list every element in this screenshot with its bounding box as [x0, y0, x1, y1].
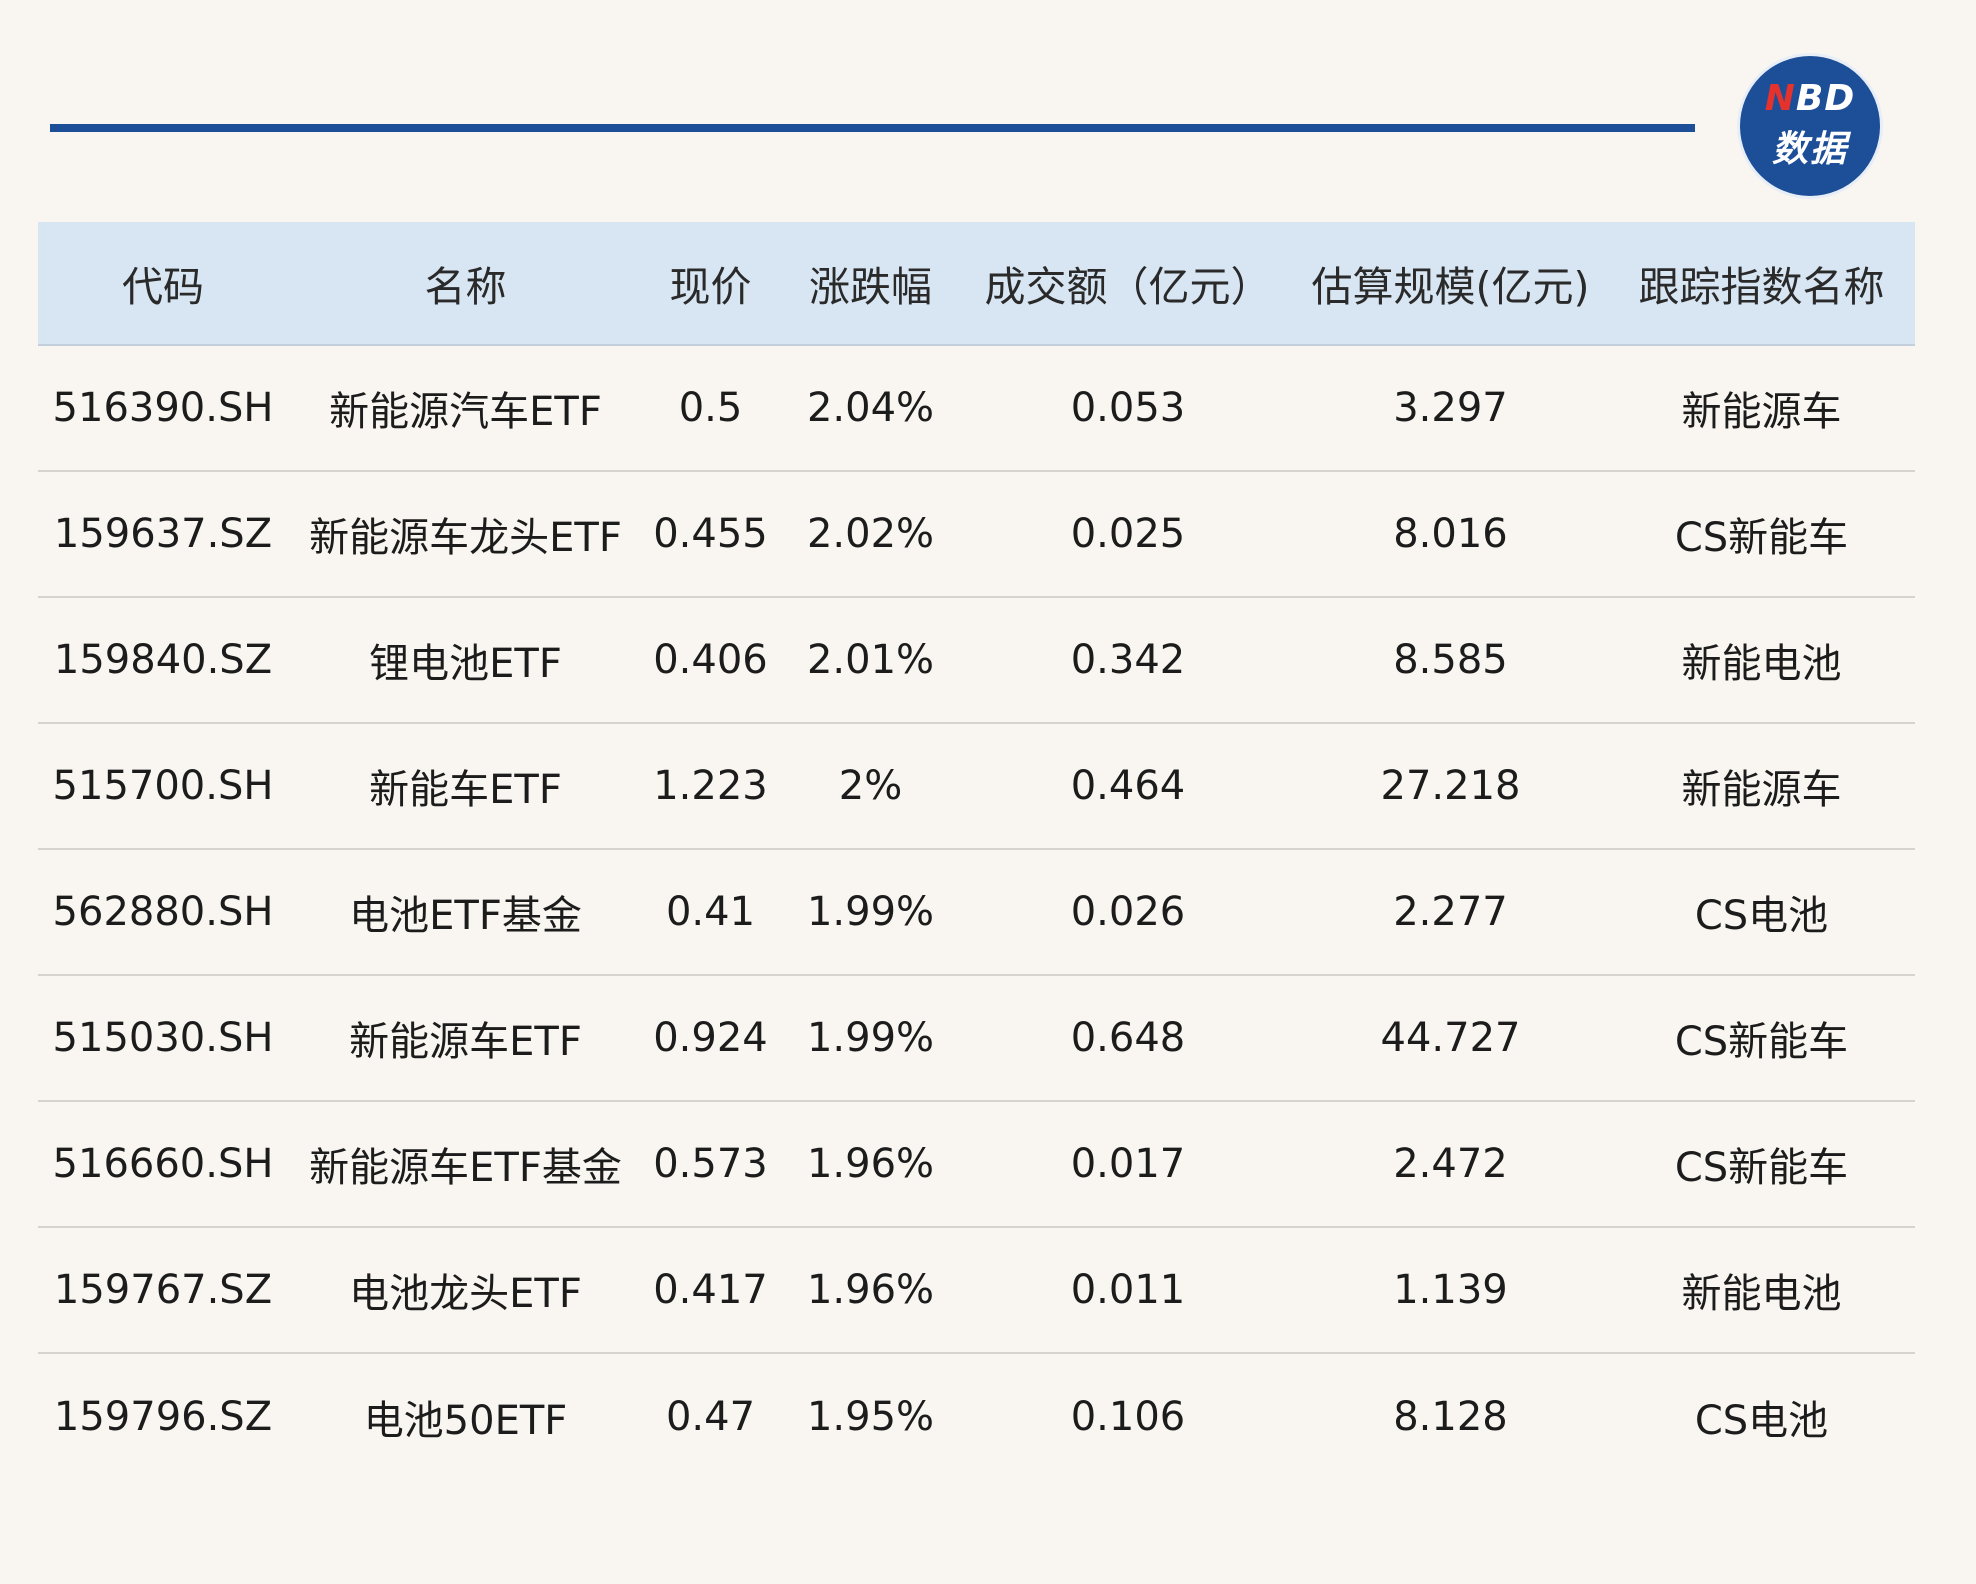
cell-name: 新能源车龙头ETF	[309, 515, 622, 561]
cell-turnover: 0.017	[1070, 1141, 1186, 1187]
cell-scale: 2.277	[1393, 889, 1508, 935]
cell-scale: 44.727	[1380, 1015, 1521, 1061]
cell-code: 562880.SH	[52, 889, 274, 935]
cell-code: 159840.SZ	[53, 637, 273, 683]
cell-change: 1.99%	[806, 889, 935, 935]
cell-change: 2.01%	[806, 637, 935, 683]
table-row: 562880.SH 电池ETF基金 0.41 1.99% 0.026 2.277…	[38, 850, 1915, 976]
header-turnover: 成交额（亿元）	[984, 263, 1272, 311]
cell-name: 锂电池ETF	[369, 641, 562, 687]
table-row: 516660.SH 新能源车ETF基金 0.573 1.96% 0.017 2.…	[38, 1102, 1915, 1228]
header-name: 名称	[424, 263, 507, 311]
header-code: 代码	[122, 263, 204, 311]
cell-index: CS电池	[1694, 1398, 1829, 1444]
cell-scale: 8.016	[1393, 511, 1508, 557]
cell-code: 515700.SH	[52, 763, 274, 809]
cell-name: 新能源车ETF基金	[309, 1145, 622, 1191]
cell-turnover: 0.464	[1070, 763, 1186, 809]
cell-index: 新能电池	[1681, 1271, 1842, 1317]
cell-code: 515030.SH	[52, 1015, 274, 1061]
cell-name: 电池ETF基金	[349, 893, 582, 939]
cell-index: 新能源车	[1681, 389, 1842, 435]
cell-name: 新能源车ETF	[349, 1019, 582, 1065]
cell-turnover: 0.011	[1070, 1267, 1186, 1313]
cell-index: CS电池	[1694, 893, 1829, 939]
cell-turnover: 0.053	[1070, 385, 1186, 431]
cell-scale: 1.139	[1393, 1267, 1508, 1313]
cell-change: 1.96%	[806, 1141, 935, 1187]
header-price: 现价	[669, 263, 752, 311]
header-index: 跟踪指数名称	[1638, 263, 1885, 311]
cell-turnover: 0.026	[1070, 889, 1186, 935]
table-row: 159796.SZ 电池50ETF 0.47 1.95% 0.106 8.128…	[38, 1354, 1915, 1480]
cell-name: 电池50ETF	[363, 1398, 568, 1444]
cell-change: 2.02%	[806, 511, 935, 557]
cell-code: 159767.SZ	[53, 1267, 273, 1313]
cell-code: 516390.SH	[52, 385, 274, 431]
cell-turnover: 0.648	[1070, 1015, 1186, 1061]
cell-scale: 8.128	[1393, 1394, 1508, 1440]
cell-name: 新能车ETF	[369, 767, 562, 813]
cell-name: 电池龙头ETF	[349, 1271, 582, 1317]
logo-brand: NBD	[1740, 78, 1880, 119]
logo-brand-rest: BD	[1795, 78, 1856, 119]
cell-scale: 3.297	[1393, 385, 1508, 431]
cell-price: 0.41	[665, 889, 756, 935]
cell-change: 2.04%	[806, 385, 935, 431]
cell-scale: 8.585	[1393, 637, 1508, 683]
table-row: 515700.SH 新能车ETF 1.223 2% 0.464 27.218 新…	[38, 724, 1915, 850]
top-divider	[50, 124, 1695, 132]
cell-index: 新能源车	[1681, 767, 1842, 813]
cell-price: 0.5	[678, 385, 743, 431]
cell-price: 0.573	[653, 1141, 768, 1187]
cell-price: 1.223	[653, 763, 768, 809]
table-row: 159637.SZ 新能源车龙头ETF 0.455 2.02% 0.025 8.…	[38, 472, 1915, 598]
cell-price: 0.924	[653, 1015, 768, 1061]
cell-scale: 2.472	[1393, 1141, 1508, 1187]
cell-change: 2%	[838, 763, 903, 809]
cell-turnover: 0.342	[1070, 637, 1186, 683]
cell-index: 新能电池	[1681, 641, 1842, 687]
table-row: 516390.SH 新能源汽车ETF 0.5 2.04% 0.053 3.297…	[38, 346, 1915, 472]
cell-code: 159796.SZ	[53, 1394, 273, 1440]
table-row: 159840.SZ 锂电池ETF 0.406 2.01% 0.342 8.585…	[38, 598, 1915, 724]
cell-price: 0.455	[653, 511, 768, 557]
cell-change: 1.96%	[806, 1267, 935, 1313]
table-header: 代码 名称 现价 涨跌幅 成交额（亿元） 估算规模(亿元) 跟踪指数名称	[38, 222, 1915, 346]
cell-name: 新能源汽车ETF	[329, 389, 602, 435]
cell-change: 1.99%	[806, 1015, 935, 1061]
table-row: 159767.SZ 电池龙头ETF 0.417 1.96% 0.011 1.13…	[38, 1228, 1915, 1354]
cell-price: 0.417	[653, 1267, 768, 1313]
header-change: 涨跌幅	[809, 263, 932, 311]
cell-code: 516660.SH	[52, 1141, 274, 1187]
cell-index: CS新能车	[1674, 1145, 1849, 1191]
cell-price: 0.47	[665, 1394, 756, 1440]
cell-change: 1.95%	[806, 1394, 935, 1440]
logo-subtitle: 数据	[1771, 129, 1848, 170]
etf-table: 代码 名称 现价 涨跌幅 成交额（亿元） 估算规模(亿元) 跟踪指数名称 516…	[38, 222, 1915, 1480]
cell-turnover: 0.025	[1070, 511, 1186, 557]
header-scale: 估算规模(亿元)	[1311, 263, 1590, 311]
logo-brand-n: N	[1764, 78, 1796, 119]
nbd-logo: NBD 数据	[1740, 56, 1880, 196]
cell-index: CS新能车	[1674, 515, 1849, 561]
table-row: 515030.SH 新能源车ETF 0.924 1.99% 0.648 44.7…	[38, 976, 1915, 1102]
cell-price: 0.406	[653, 637, 768, 683]
cell-turnover: 0.106	[1070, 1394, 1186, 1440]
cell-code: 159637.SZ	[53, 511, 273, 557]
cell-scale: 27.218	[1380, 763, 1521, 809]
cell-index: CS新能车	[1674, 1019, 1849, 1065]
